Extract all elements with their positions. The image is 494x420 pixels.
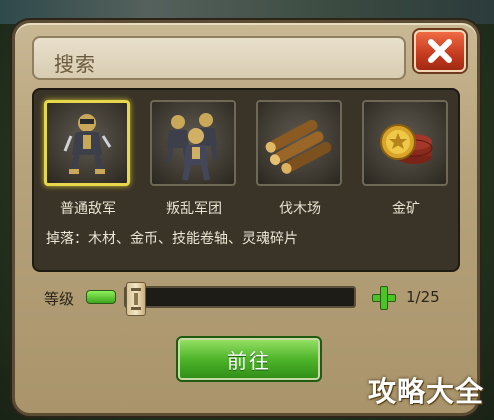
soldier-icon — [63, 114, 112, 174]
category-label: 叛乱军团 — [166, 201, 222, 217]
close-x-icon — [428, 39, 452, 63]
category-tile[interactable] — [362, 100, 448, 186]
soldier-group-icon — [165, 113, 219, 181]
watermark-text: 攻略大全 — [368, 375, 485, 408]
category-label: 普通敌军 — [60, 201, 116, 217]
category-panel: 普通敌军 叛乱军团 伐木场 金矿 掉落：木材、金币、技能卷轴、灵魂碎片 — [32, 88, 460, 272]
dialog-title: 搜索 — [54, 52, 96, 76]
level-slider-track[interactable] — [124, 282, 356, 316]
category-tile[interactable] — [150, 100, 236, 186]
close-button[interactable] — [414, 30, 466, 72]
category-label: 金矿 — [392, 201, 420, 217]
category-tile[interactable] — [256, 100, 342, 186]
level-decrease-button[interactable] — [86, 290, 116, 304]
gold-coins-icon — [380, 124, 433, 164]
category-card-gold-mine[interactable]: 金矿 — [362, 100, 450, 217]
category-card-rebel-legion[interactable]: 叛乱军团 — [150, 100, 238, 217]
level-value: 1/25 — [406, 288, 440, 306]
category-card-lumber-mill[interactable]: 伐木场 — [256, 100, 344, 217]
level-increase-button[interactable] — [372, 286, 396, 310]
category-label: 伐木场 — [279, 201, 321, 217]
category-tile[interactable] — [44, 100, 130, 186]
grip-icon — [131, 288, 141, 310]
go-button[interactable]: 前往 — [176, 336, 322, 382]
category-card-regular-enemy[interactable]: 普通敌军 — [44, 100, 132, 217]
drops-text: 掉落：木材、金币、技能卷轴、灵魂碎片 — [46, 231, 298, 247]
level-slider-thumb[interactable] — [126, 282, 146, 316]
level-selector: 等级 1/25 — [44, 282, 454, 316]
level-label: 等级 — [44, 290, 75, 308]
plus-icon — [380, 286, 388, 310]
logs-icon — [265, 119, 332, 174]
dialog-title-bar: 搜索 — [32, 36, 406, 80]
